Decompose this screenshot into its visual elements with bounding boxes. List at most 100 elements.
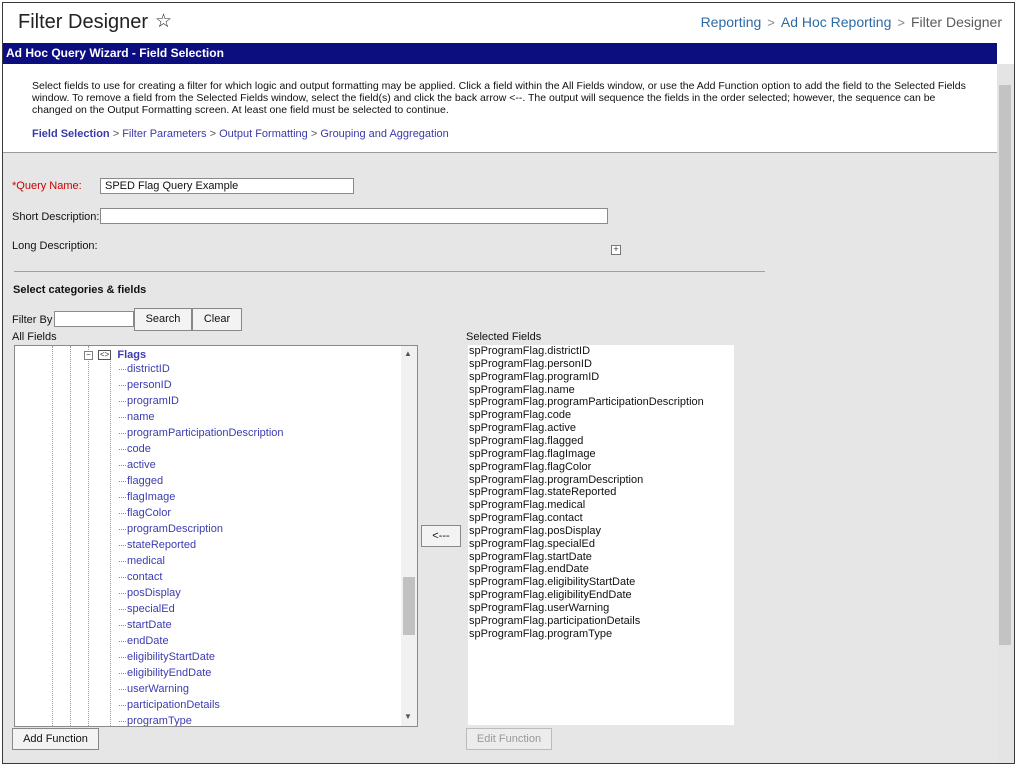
step-field-selection[interactable]: Field Selection <box>32 128 110 140</box>
tree-field-item[interactable]: flagImage <box>119 489 175 505</box>
tree-field-item[interactable]: eligibilityStartDate <box>119 649 215 665</box>
selected-field-item[interactable]: spProgramFlag.endDate <box>469 563 589 576</box>
selected-field-item[interactable]: spProgramFlag.flagColor <box>469 461 591 474</box>
breadcrumb: Reporting > Ad Hoc Reporting > Filter Design… <box>701 14 1002 30</box>
all-fields-scrollbar[interactable]: ▲ ▼ <box>401 346 417 726</box>
tree-field-label: posDisplay <box>127 587 181 599</box>
tree-field-item[interactable]: medical <box>119 553 165 569</box>
tree-field-item[interactable]: stateReported <box>119 537 196 553</box>
selected-field-item[interactable]: spProgramFlag.contact <box>469 512 583 525</box>
selected-field-item[interactable]: spProgramFlag.programID <box>469 371 599 384</box>
scrollbar-thumb[interactable] <box>403 577 415 635</box>
tree-field-item[interactable]: flagColor <box>119 505 171 521</box>
selected-field-item[interactable]: spProgramFlag.programType <box>469 628 612 641</box>
breadcrumb-current: Filter Designer <box>910 14 1002 30</box>
selected-field-item[interactable]: spProgramFlag.participationDetails <box>469 615 640 628</box>
step-output-formatting[interactable]: Output Formatting <box>219 128 308 140</box>
filter-by-input[interactable] <box>54 311 134 327</box>
tree-field-item[interactable]: name <box>119 409 155 425</box>
tree-connector <box>119 560 126 562</box>
tree-field-label: programType <box>127 715 192 727</box>
selected-field-item[interactable]: spProgramFlag.eligibilityEndDate <box>469 589 632 602</box>
scroll-up-arrow-icon[interactable]: ▲ <box>404 349 412 358</box>
tree-field-item[interactable]: programID <box>119 393 179 409</box>
selected-fields-label: Selected Fields <box>466 331 542 343</box>
query-name-label: *Query Name: <box>12 180 82 192</box>
selected-field-item[interactable]: spProgramFlag.active <box>469 422 576 435</box>
tree-field-item[interactable]: eligibilityEndDate <box>119 665 211 681</box>
tree-field-label: userWarning <box>127 683 189 695</box>
query-name-input[interactable] <box>100 178 354 194</box>
selected-field-item[interactable]: spProgramFlag.name <box>469 384 575 397</box>
tree-field-item[interactable]: flagged <box>119 473 163 489</box>
instructions-text: Select fields to use for creating a filt… <box>32 80 966 116</box>
tree-field-label: contact <box>127 571 163 583</box>
selected-field-item[interactable]: spProgramFlag.programParticipationDescri… <box>469 396 704 409</box>
short-description-label: Short Description: <box>12 211 100 223</box>
wizard-steps: Field Selection > Filter Parameters > Ou… <box>32 128 449 140</box>
tree-field-item[interactable]: programParticipationDescription <box>119 425 284 441</box>
remove-field-button[interactable]: <--- <box>421 525 461 547</box>
breadcrumb-ad-hoc-reporting[interactable]: Ad Hoc Reporting <box>781 14 892 30</box>
tree-connector <box>119 464 126 466</box>
selected-field-item[interactable]: spProgramFlag.posDisplay <box>469 525 601 538</box>
tree-connector <box>119 544 126 546</box>
tree-field-item[interactable]: participationDetails <box>119 697 220 713</box>
selected-field-item[interactable]: spProgramFlag.code <box>469 409 571 422</box>
selected-field-item[interactable]: spProgramFlag.medical <box>469 499 585 512</box>
selected-field-item[interactable]: spProgramFlag.flagImage <box>469 448 596 461</box>
tree-field-label: programParticipationDescription <box>127 427 284 439</box>
app-window: Filter Designer ☆ Reporting > Ad Hoc Repor… <box>2 2 1015 764</box>
tree-field-item[interactable]: contact <box>119 569 162 585</box>
selected-field-item[interactable]: spProgramFlag.userWarning <box>469 602 609 615</box>
step-filter-parameters[interactable]: Filter Parameters <box>122 128 206 140</box>
clear-button[interactable]: Clear <box>192 308 242 331</box>
expand-plus-icon[interactable]: + <box>611 245 621 255</box>
tree-field-item[interactable]: posDisplay <box>119 585 181 601</box>
short-description-input[interactable] <box>100 208 608 224</box>
selected-field-item[interactable]: spProgramFlag.programDescription <box>469 474 643 487</box>
filter-by-label: Filter By <box>12 314 53 326</box>
selected-field-item[interactable]: spProgramFlag.stateReported <box>469 486 616 499</box>
search-button[interactable]: Search <box>134 308 192 331</box>
tree-field-label: districtID <box>127 363 170 375</box>
tree-field-item[interactable]: programDescription <box>119 521 223 537</box>
tree-field-item[interactable]: code <box>119 441 151 457</box>
breadcrumb-reporting[interactable]: Reporting <box>701 14 762 30</box>
wizard-title-bar: Ad Hoc Query Wizard - Field Selection <box>3 43 997 64</box>
tree-connector <box>119 496 126 498</box>
selected-field-item[interactable]: spProgramFlag.eligibilityStartDate <box>469 576 635 589</box>
collapse-minus-icon[interactable]: − <box>84 350 93 360</box>
all-fields-tree[interactable]: − <> Flags districtID personID programID name… <box>14 345 418 727</box>
tree-field-item[interactable]: programType <box>119 713 192 727</box>
page-scrollbar-thumb[interactable] <box>999 85 1011 645</box>
tree-field-item[interactable]: endDate <box>119 633 169 649</box>
tree-connector <box>119 720 126 722</box>
selected-field-item[interactable]: spProgramFlag.specialEd <box>469 538 595 551</box>
add-function-button[interactable]: Add Function <box>12 728 99 750</box>
step-grouping-aggregation[interactable]: Grouping and Aggregation <box>320 128 448 140</box>
selected-field-item[interactable]: spProgramFlag.personID <box>469 358 592 371</box>
tree-field-item[interactable]: active <box>119 457 156 473</box>
selected-field-item[interactable]: spProgramFlag.flagged <box>469 435 583 448</box>
top-bar: Filter Designer ☆ Reporting > Ad Hoc Repor… <box>3 3 1014 43</box>
tree-connector <box>119 608 126 610</box>
chevron-right-icon: > <box>767 15 775 30</box>
tree-guide-line <box>52 346 53 726</box>
selected-field-item[interactable]: spProgramFlag.startDate <box>469 551 592 564</box>
selected-fields-list[interactable]: spProgramFlag.districtID spProgramFlag.pe… <box>468 345 734 725</box>
edit-function-button[interactable]: Edit Function <box>466 728 552 750</box>
tree-field-item[interactable]: userWarning <box>119 681 189 697</box>
selected-field-item[interactable]: spProgramFlag.districtID <box>469 345 590 358</box>
chevron-right-icon: > <box>897 15 905 30</box>
tree-field-item[interactable]: startDate <box>119 617 172 633</box>
scroll-down-arrow-icon[interactable]: ▼ <box>404 712 412 721</box>
tree-field-item[interactable]: districtID <box>119 361 170 377</box>
long-description-label: Long Description: <box>12 240 98 252</box>
tree-field-item[interactable]: personID <box>119 377 172 393</box>
page-title: Filter Designer <box>18 11 149 33</box>
tree-connector <box>119 368 126 370</box>
category-icon: <> <box>98 350 112 361</box>
star-icon[interactable]: ☆ <box>155 10 172 33</box>
tree-field-item[interactable]: specialEd <box>119 601 175 617</box>
